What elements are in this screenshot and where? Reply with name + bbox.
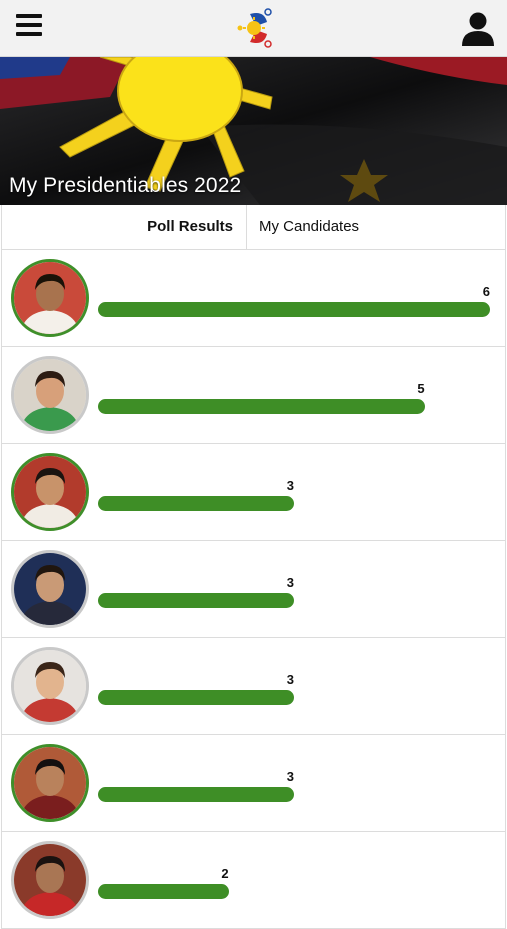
candidate-portrait xyxy=(14,359,86,431)
candidate-portrait xyxy=(14,747,86,819)
vote-bar xyxy=(98,302,490,317)
candidate-row[interactable]: 3 xyxy=(1,444,506,541)
vote-count-label: 3 xyxy=(286,478,294,493)
vote-count-label: 3 xyxy=(286,769,294,784)
vote-bar xyxy=(98,884,229,899)
poll-results-list: 6 5 3 3 3 3 2 xyxy=(1,250,506,929)
vote-count-label: 6 xyxy=(482,284,490,299)
hamburger-line xyxy=(16,23,42,27)
candidate-row[interactable]: 3 xyxy=(1,638,506,735)
banner: My Presidentiables 2022 xyxy=(0,57,507,205)
vote-bar xyxy=(98,496,294,511)
hamburger-line xyxy=(16,32,42,36)
candidate-avatar xyxy=(11,453,89,531)
banner-title: My Presidentiables 2022 xyxy=(9,174,242,197)
candidate-portrait xyxy=(14,553,86,625)
vote-bar xyxy=(98,690,294,705)
candidate-portrait xyxy=(14,262,86,334)
vote-bar xyxy=(98,787,294,802)
candidate-row[interactable]: 5 xyxy=(1,347,506,444)
candidate-row[interactable]: 6 xyxy=(1,250,506,347)
vote-count-label: 2 xyxy=(221,866,229,881)
hamburger-menu-icon xyxy=(16,14,42,18)
vote-count-label: 3 xyxy=(286,672,294,687)
tab-my-candidates[interactable]: My Candidates xyxy=(259,205,359,249)
vote-bar xyxy=(98,399,425,414)
candidate-row[interactable]: 3 xyxy=(1,541,506,638)
candidate-avatar xyxy=(11,356,89,434)
tab-poll-results[interactable]: Poll Results xyxy=(2,205,247,249)
candidate-avatar xyxy=(11,550,89,628)
app-bar xyxy=(0,0,507,57)
candidate-avatar xyxy=(11,744,89,822)
candidate-avatar xyxy=(11,259,89,337)
vote-count-label: 3 xyxy=(286,575,294,590)
tab-bar: Poll Results My Candidates xyxy=(1,205,506,250)
vote-count-label: 5 xyxy=(417,381,425,396)
candidate-avatar xyxy=(11,841,89,919)
candidate-portrait xyxy=(14,456,86,528)
vote-bar xyxy=(98,593,294,608)
candidate-row[interactable]: 3 xyxy=(1,735,506,832)
candidate-portrait xyxy=(14,844,86,916)
candidate-avatar xyxy=(11,647,89,725)
candidate-portrait xyxy=(14,650,86,722)
user-account-icon[interactable] xyxy=(458,10,498,48)
menu-button[interactable] xyxy=(14,14,46,42)
philippine-flag-logo-icon[interactable] xyxy=(234,6,276,50)
candidate-row[interactable]: 2 xyxy=(1,832,506,929)
